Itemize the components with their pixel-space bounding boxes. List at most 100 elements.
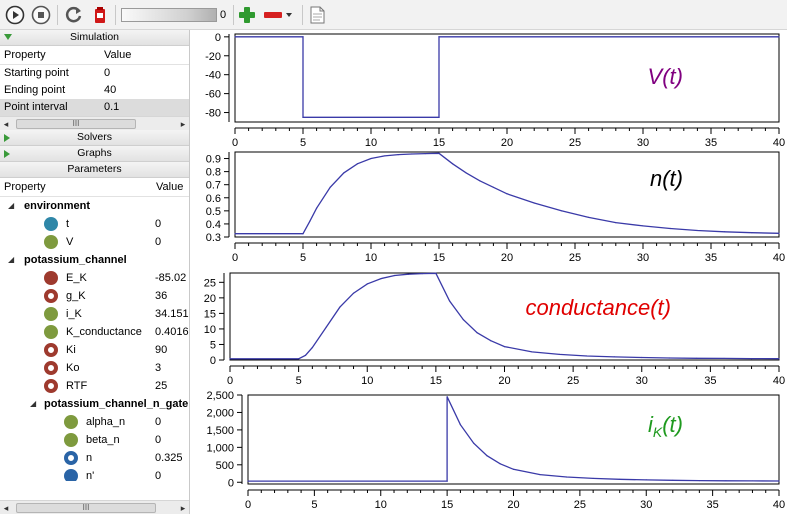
tree-item[interactable]: K_conductance 0.4016 — [0, 323, 189, 341]
data-point — [619, 478, 621, 480]
x-tick-label: 30 — [640, 499, 652, 511]
data-point — [380, 277, 382, 280]
x-tick-label: 5 — [300, 137, 306, 149]
x-tick-label: 10 — [365, 137, 377, 149]
data-point — [438, 116, 440, 118]
tree-item[interactable]: V 0 — [0, 233, 189, 251]
graphs-section-header[interactable]: Graphs — [0, 146, 189, 162]
scroll-right-icon[interactable]: ▸ — [177, 117, 189, 131]
parameters-hscrollbar[interactable]: ◂ III ▸ — [0, 500, 189, 514]
x-tick-label: 40 — [773, 137, 785, 149]
computed-variable-icon — [44, 307, 58, 321]
simulation-column-header: Property Value — [0, 46, 189, 65]
data-point — [394, 274, 396, 277]
tree-item[interactable]: E_K -85.02 — [0, 269, 189, 287]
y-tick-label: 5 — [210, 339, 216, 351]
data-point — [641, 356, 643, 359]
x-tick-label: 0 — [245, 499, 251, 511]
tree-item[interactable]: n 0.325 — [0, 449, 189, 467]
data-point — [533, 202, 535, 204]
simulation-row-end[interactable]: Ending point 40 — [0, 82, 189, 99]
data-point — [512, 468, 515, 470]
x-tick-label: 0 — [232, 252, 238, 264]
data-point — [778, 232, 780, 234]
x-tick-label: 35 — [704, 375, 716, 387]
constant-icon — [44, 379, 58, 393]
x-tick-label: 5 — [300, 252, 306, 264]
data-point — [725, 480, 727, 482]
constant-icon — [44, 361, 58, 375]
x-tick-label: 20 — [507, 499, 519, 511]
property-value[interactable]: 40 — [100, 82, 116, 99]
tree-group-potassium-channel[interactable]: ◢ potassium_channel — [0, 251, 189, 269]
delay-slider[interactable] — [121, 4, 217, 26]
data-point — [384, 155, 386, 157]
x-tick-label: 35 — [705, 137, 717, 149]
tree-item[interactable]: Ki 90 — [0, 341, 189, 359]
simulation-row-interval[interactable]: Point interval 0.1 — [0, 99, 189, 116]
x-tick-label: 15 — [441, 499, 453, 511]
scroll-right-icon[interactable]: ▸ — [177, 501, 189, 514]
parameters-section-header[interactable]: Parameters — [0, 162, 189, 178]
tree-group-environment[interactable]: ◢ environment — [0, 197, 189, 215]
x-tick-label: 15 — [430, 375, 442, 387]
property-value[interactable]: 0.1 — [100, 99, 119, 116]
stop-button[interactable] — [30, 4, 52, 26]
data-point — [438, 36, 440, 38]
tree-item[interactable]: i_K 34.151 — [0, 305, 189, 323]
simulation-hscrollbar[interactable]: ◂ III ▸ — [0, 116, 189, 130]
graphs-section-title: Graphs — [77, 147, 112, 159]
data-point — [339, 306, 341, 308]
data-point — [459, 424, 461, 426]
data-point — [407, 273, 410, 275]
left-panel: Simulation Property Value Starting point… — [0, 30, 190, 514]
data-point — [560, 210, 562, 212]
tree-item[interactable]: alpha_n 0 — [0, 413, 189, 431]
y-tick-label: 1,500 — [206, 425, 234, 437]
tree-expand-icon[interactable]: ◢ — [8, 197, 14, 215]
graph-panels: 0 5 10 15 20 25 30 35 40 0 -20 -40 -60 -80 V(t) 0 5 10 15 2… — [191, 30, 787, 514]
data-point — [503, 346, 506, 348]
clear-button[interactable] — [89, 4, 111, 26]
run-button[interactable] — [4, 4, 26, 26]
computed-variable-icon — [44, 325, 58, 339]
data-point — [696, 229, 698, 232]
parameters-section-title: Parameters — [67, 163, 122, 175]
graph-panel-2: 0 5 10 15 20 25 30 35 40 0.90.80.70.60.50.40.3 n(t… — [206, 151, 785, 264]
tree-group-potassium-channel-n-gate[interactable]: ◢ potassium_channel_n_gate — [0, 395, 189, 413]
tree-item[interactable]: beta_n 0 — [0, 431, 189, 449]
data-point — [465, 172, 467, 174]
scroll-left-icon[interactable]: ◂ — [0, 117, 12, 131]
simulation-section-header[interactable]: Simulation — [0, 30, 189, 46]
y-tick-label: 0 — [215, 32, 221, 44]
tree-item[interactable]: RTF 25 — [0, 377, 189, 395]
scroll-thumb[interactable]: III — [16, 119, 136, 129]
csv-export-button[interactable] — [306, 4, 328, 26]
data-point — [668, 357, 670, 359]
x-tick-label: 0 — [232, 137, 238, 149]
data-point — [669, 227, 671, 230]
add-graph-button[interactable] — [236, 4, 258, 26]
data-point — [229, 358, 231, 360]
tree-item[interactable]: n' 0 — [0, 467, 189, 481]
x-tick-label: 20 — [498, 375, 510, 387]
scroll-thumb[interactable]: III — [16, 503, 156, 513]
data-point — [558, 353, 560, 356]
data-point — [751, 480, 754, 482]
simulation-row-start[interactable]: Starting point 0 — [0, 65, 189, 82]
tree-expand-icon[interactable]: ◢ — [30, 395, 36, 413]
constant-icon — [44, 343, 58, 357]
property-value[interactable]: 0 — [100, 65, 110, 82]
data-point — [435, 272, 437, 274]
reset-button[interactable] — [63, 4, 85, 26]
tree-item[interactable]: g_K 36 — [0, 287, 189, 305]
data-point — [750, 358, 753, 360]
tree-expand-icon[interactable]: ◢ — [8, 251, 14, 269]
data-point — [329, 186, 331, 188]
tree-item[interactable]: Ko 3 — [0, 359, 189, 377]
scroll-left-icon[interactable]: ◂ — [0, 501, 12, 514]
tree-item[interactable]: t 0 — [0, 215, 189, 233]
remove-graph-button[interactable] — [262, 4, 296, 26]
solvers-section-header[interactable]: Solvers — [0, 130, 189, 146]
data-point — [479, 180, 481, 182]
